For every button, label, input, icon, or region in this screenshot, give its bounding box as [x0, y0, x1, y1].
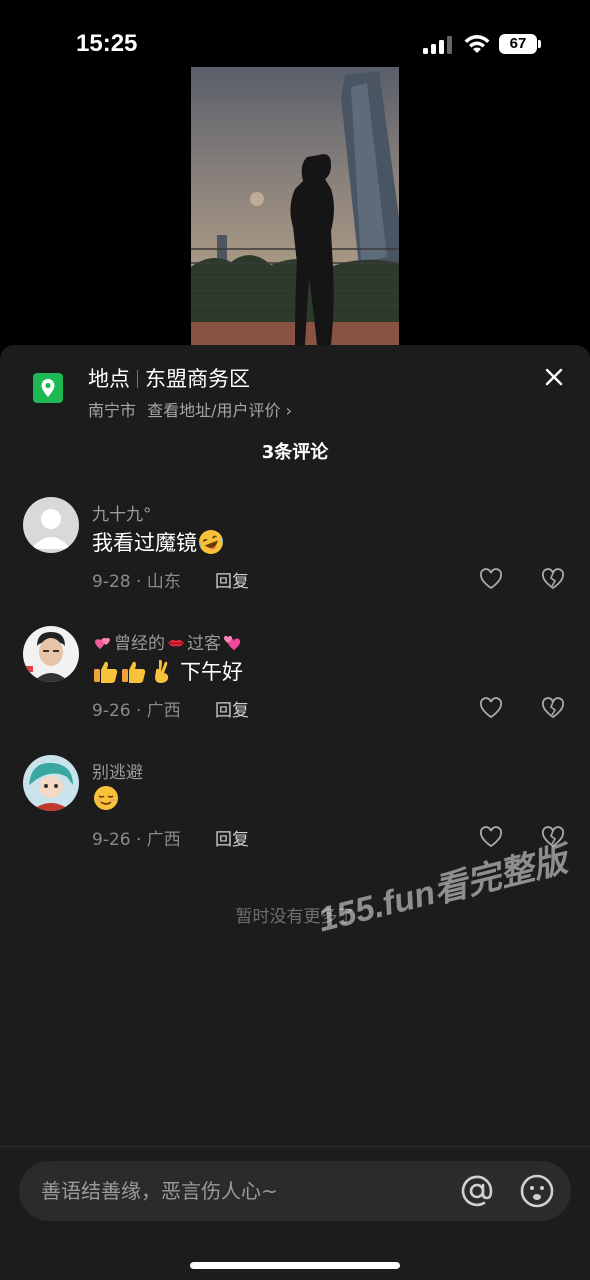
location-title[interactable]: 地点 东盟商务区 [88, 363, 250, 393]
rofl-emoji-icon [199, 530, 223, 554]
wifi-icon [464, 35, 490, 53]
video-thumbnail[interactable] [191, 67, 399, 345]
close-icon[interactable] [540, 363, 568, 391]
comment-meta: 9-26 · 广西 [92, 830, 181, 850]
heart-icon[interactable] [479, 697, 503, 719]
location-link[interactable]: 查看地址/用户评价 [147, 401, 280, 420]
thumbs-up-emoji-icon [94, 661, 118, 683]
home-indicator [190, 1262, 400, 1269]
comments-sheet: 地点东盟商务区 南宁市 查看地址/用户评价 › 3条评论 九十九° 我看过魔镜 [0, 345, 590, 1280]
battery-level: 67 [499, 34, 537, 54]
location-city: 南宁市 [88, 401, 137, 420]
comment-text: 我看过魔镜 [92, 527, 225, 557]
comment-author[interactable]: 九十九° [92, 500, 152, 525]
battery-icon: 67 [499, 34, 541, 54]
location-subtitle[interactable]: 南宁市 查看地址/用户评价 › [88, 397, 292, 421]
comment-text: 下午好 [92, 656, 243, 686]
video-scene-image [191, 67, 399, 345]
two-hearts-emoji-icon [223, 635, 241, 650]
comment-item: 曾经的 过客 下午好 9-26 · 广西 回复 [0, 626, 590, 736]
comment-meta: 9-26 · 广西 [92, 701, 181, 721]
title-divider [137, 370, 138, 388]
no-more-comments: 暂时没有更多了 [235, 907, 355, 927]
mention-at-icon[interactable] [459, 1173, 495, 1209]
thumbs-up-emoji-icon [122, 661, 146, 683]
kiss-mark-emoji-icon [168, 639, 184, 647]
reply-button[interactable]: 回复 [215, 696, 249, 721]
heart-icon[interactable] [479, 826, 503, 848]
cellular-signal-icon [423, 36, 453, 54]
comment-input-bar [0, 1146, 590, 1280]
broken-heart-icon[interactable] [541, 697, 565, 719]
comment-input-container [19, 1161, 571, 1221]
comment-item: 九十九° 我看过魔镜 9-28 · 山东 回复 [0, 497, 590, 607]
avatar[interactable] [23, 497, 79, 553]
crossed-fingers-emoji-icon [155, 659, 169, 683]
author-name-part-1: 曾经的 [114, 634, 165, 654]
reply-button[interactable]: 回复 [215, 825, 249, 850]
relieved-face-emoji-icon [94, 786, 118, 810]
comment-count: 3条评论 [261, 442, 329, 463]
comment-text-content: 下午好 [180, 660, 243, 684]
author-name-part-2: 过客 [187, 634, 221, 654]
chevron-right-icon: › [285, 401, 293, 420]
sparkling-heart-emoji-icon [95, 637, 110, 649]
status-time: 15:25 [76, 30, 138, 57]
location-pin-icon [33, 373, 63, 403]
location-name: 东盟商务区 [145, 367, 250, 391]
heart-icon[interactable] [479, 568, 503, 590]
reply-button[interactable]: 回复 [215, 567, 249, 592]
comment-text-content: 我看过魔镜 [92, 531, 197, 555]
comment-author[interactable]: 曾经的 过客 [92, 629, 243, 654]
emoji-icon[interactable] [519, 1173, 555, 1209]
location-label: 地点 [88, 367, 130, 391]
comment-meta: 9-28 · 山东 [92, 572, 181, 592]
comment-author[interactable]: 别逃避 [92, 758, 143, 783]
broken-heart-icon[interactable] [541, 568, 565, 590]
avatar[interactable] [23, 755, 79, 811]
comment-input[interactable] [41, 1161, 441, 1221]
avatar[interactable] [23, 626, 79, 682]
comment-text [92, 785, 120, 811]
